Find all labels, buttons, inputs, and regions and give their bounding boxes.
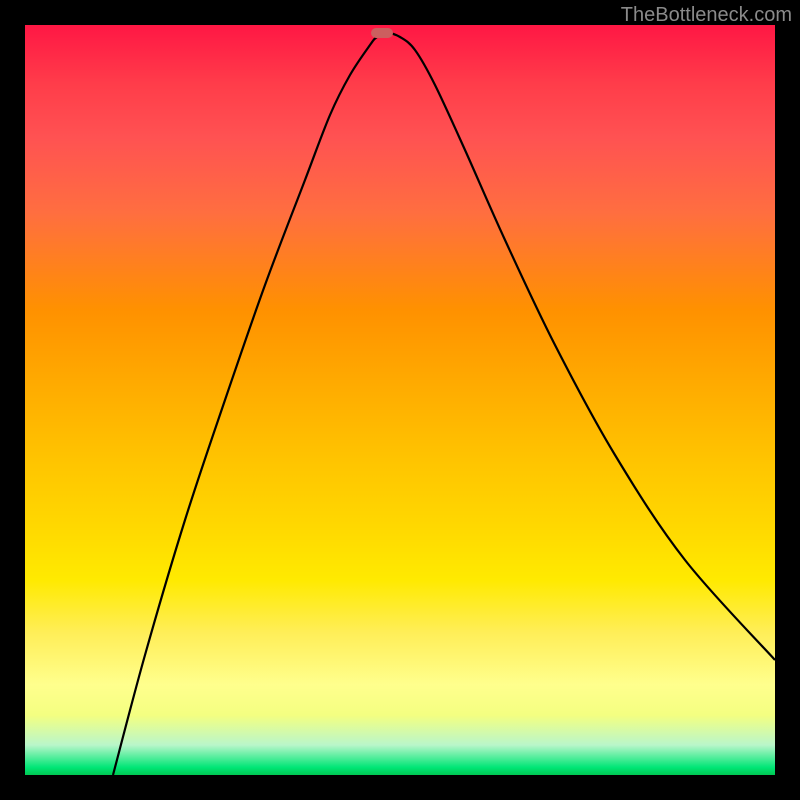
watermark-text: TheBottleneck.com	[621, 4, 792, 27]
chart-frame: TheBottleneck.com	[0, 0, 800, 800]
bottleneck-curve	[113, 33, 775, 775]
plot-area	[25, 25, 775, 775]
curve-svg	[25, 25, 775, 775]
optimum-marker	[371, 28, 393, 38]
